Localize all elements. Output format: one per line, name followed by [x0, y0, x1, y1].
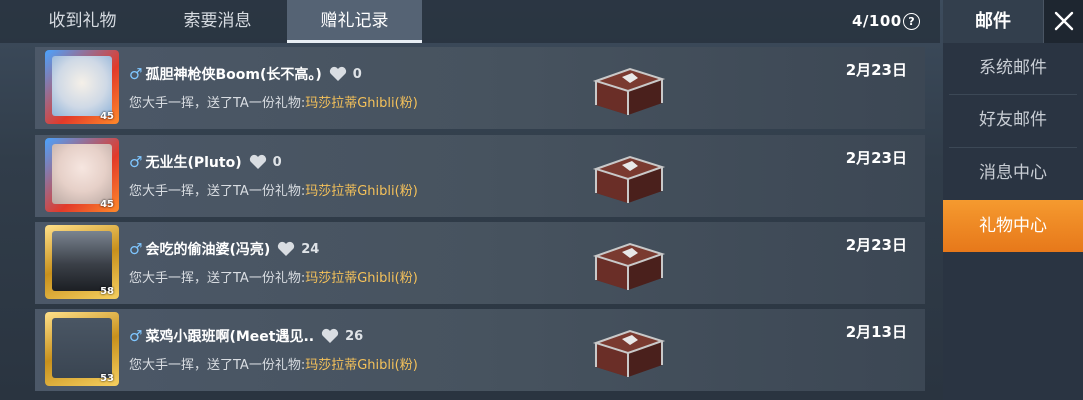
tab-gift-records[interactable]: 赠礼记录	[287, 0, 422, 43]
question-circle-icon[interactable]: ?	[903, 13, 920, 30]
player-name-line: ♂ 无业生(Pluto) 0	[129, 152, 282, 172]
gift-name: 玛莎拉蒂Ghibli(粉)	[305, 184, 418, 199]
avatar[interactable]: 53	[45, 312, 119, 386]
mail-sidebar: 邮件 系统邮件 好友邮件 消息中心 礼物中心	[943, 0, 1083, 400]
gift-chest-icon	[592, 242, 666, 290]
heart-icon	[321, 328, 339, 343]
list-item[interactable]: 45 ♂ 无业生(Pluto) 0 您大手一挥，送了TA一份礼物:玛莎拉蒂Ghi…	[35, 135, 925, 217]
male-icon: ♂	[129, 65, 143, 83]
like-count: 0	[352, 66, 362, 82]
male-icon: ♂	[129, 240, 143, 258]
player-name-line: ♂ 菜鸡小跟班啊(Meet遇见.. 26	[129, 326, 363, 346]
sidebar-item-system-mail[interactable]: 系统邮件	[943, 42, 1083, 94]
gift-message: 您大手一挥，送了TA一份礼物:玛莎拉蒂Ghibli(粉)	[129, 96, 418, 111]
gift-chest-icon	[592, 329, 666, 377]
gift-message: 您大手一挥，送了TA一份礼物:玛莎拉蒂Ghibli(粉)	[129, 271, 418, 286]
close-button[interactable]	[1043, 0, 1083, 43]
gift-name: 玛莎拉蒂Ghibli(粉)	[305, 96, 418, 111]
gift-record-list[interactable]: 45 ♂ 孤胆神枪侠Boom(长不高。) 0 您大手一挥，送了TA一份礼物:玛莎…	[35, 47, 925, 400]
heart-icon	[249, 154, 266, 169]
record-date: 2月13日	[845, 323, 907, 341]
like-count: 26	[345, 328, 364, 344]
tab-bar: 收到礼物 索要消息 赠礼记录 4/100 ?	[0, 0, 940, 43]
list-item[interactable]: 58 ♂ 会吃的偷油婆(冯亮) 24 您大手一挥，送了TA一份礼物:玛莎拉蒂Gh…	[35, 222, 925, 304]
avatar-image	[52, 231, 112, 291]
avatar-image	[52, 318, 112, 378]
gift-chest-icon	[592, 67, 666, 115]
player-name: 菜鸡小跟班啊(Meet遇见..	[145, 329, 315, 345]
level-badge: 58	[100, 286, 114, 297]
sidebar-item-message-center[interactable]: 消息中心	[943, 147, 1083, 199]
avatar[interactable]: 58	[45, 225, 119, 299]
close-icon	[1054, 11, 1074, 31]
record-date: 2月23日	[845, 149, 907, 167]
sidebar-item-friend-mail[interactable]: 好友邮件	[943, 94, 1083, 146]
male-icon: ♂	[129, 327, 143, 345]
tab-request-messages[interactable]: 索要消息	[150, 0, 285, 43]
gift-name: 玛莎拉蒂Ghibli(粉)	[305, 271, 418, 286]
sidebar-item-gift-center[interactable]: 礼物中心	[943, 200, 1083, 252]
gift-name: 玛莎拉蒂Ghibli(粉)	[305, 358, 418, 373]
level-badge: 45	[100, 111, 114, 122]
sidebar-title: 邮件	[943, 0, 1043, 43]
record-date: 2月23日	[845, 236, 907, 254]
player-name-line: ♂ 孤胆神枪侠Boom(长不高。) 0	[129, 64, 362, 84]
player-name: 无业生(Pluto)	[145, 155, 242, 171]
record-date: 2月23日	[845, 61, 907, 79]
player-name: 会吃的偷油婆(冯亮)	[145, 242, 271, 258]
level-badge: 53	[100, 373, 114, 384]
gift-chest-icon	[592, 155, 666, 203]
record-counter: 4/100	[852, 12, 902, 30]
tab-received-gifts[interactable]: 收到礼物	[20, 0, 145, 43]
gift-message: 您大手一挥，送了TA一份礼物:玛莎拉蒂Ghibli(粉)	[129, 358, 418, 373]
player-name: 孤胆神枪侠Boom(长不高。)	[145, 67, 322, 83]
player-name-line: ♂ 会吃的偷油婆(冯亮) 24	[129, 239, 319, 259]
avatar[interactable]: 45	[45, 138, 119, 212]
level-badge: 45	[100, 199, 114, 210]
avatar-image	[52, 144, 112, 204]
list-item[interactable]: 45 ♂ 孤胆神枪侠Boom(长不高。) 0 您大手一挥，送了TA一份礼物:玛莎…	[35, 47, 925, 129]
heart-icon	[278, 241, 295, 256]
list-item[interactable]: 53 ♂ 菜鸡小跟班啊(Meet遇见.. 26 您大手一挥，送了TA一份礼物:玛…	[35, 309, 925, 391]
avatar-image	[52, 56, 112, 116]
like-count: 24	[301, 241, 320, 257]
avatar[interactable]: 45	[45, 50, 119, 124]
like-count: 0	[272, 154, 282, 170]
male-icon: ♂	[129, 153, 143, 171]
gift-message: 您大手一挥，送了TA一份礼物:玛莎拉蒂Ghibli(粉)	[129, 184, 418, 199]
heart-icon	[329, 66, 346, 81]
